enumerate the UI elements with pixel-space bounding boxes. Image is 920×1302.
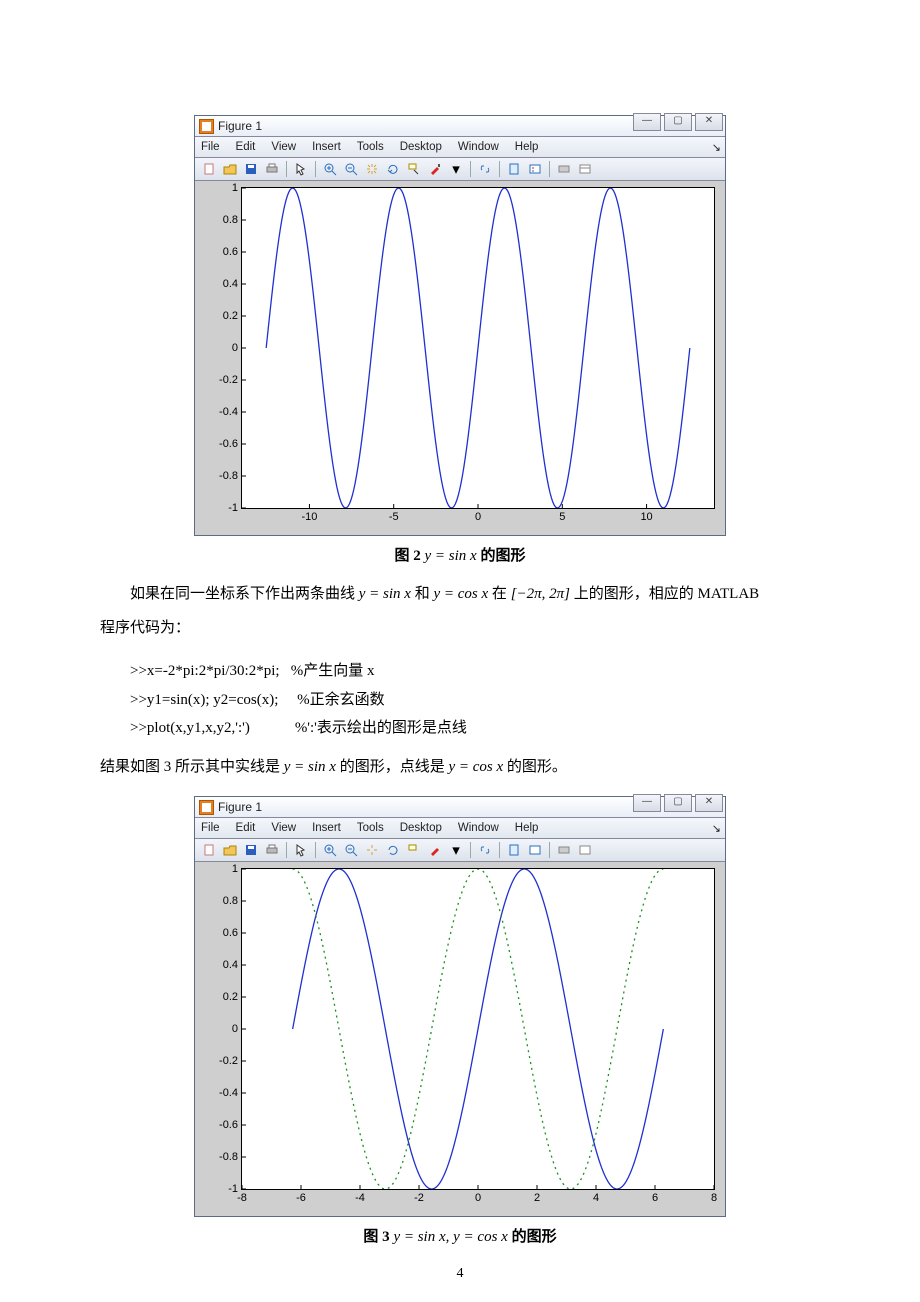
- window-title: Figure 1: [218, 119, 262, 133]
- figure-3-caption: 图 3 y = sin x, y = cos x 的图形: [100, 1225, 820, 1246]
- toolbar: ▾: [195, 158, 725, 181]
- zoom-out-icon[interactable]: [341, 840, 361, 860]
- matlab-figure-window-1: Figure 1 — ▢ ✕ File Edit View Insert Too…: [194, 115, 726, 536]
- menu-edit[interactable]: Edit: [236, 822, 256, 834]
- close-button[interactable]: ✕: [695, 113, 723, 131]
- maximize-button[interactable]: ▢: [664, 113, 692, 131]
- page-number: 4: [0, 1266, 920, 1282]
- menu-tools[interactable]: Tools: [357, 822, 384, 834]
- open-icon[interactable]: [220, 840, 240, 860]
- legend-icon[interactable]: [525, 840, 545, 860]
- save-icon[interactable]: [241, 840, 261, 860]
- hide-tools-icon[interactable]: [554, 840, 574, 860]
- window-buttons: — ▢ ✕: [633, 794, 723, 812]
- rotate-icon[interactable]: [383, 840, 403, 860]
- menu-edit[interactable]: Edit: [236, 141, 256, 153]
- menu-desktop[interactable]: Desktop: [400, 822, 442, 834]
- menu-view[interactable]: View: [271, 141, 296, 153]
- menu-desktop[interactable]: Desktop: [400, 141, 442, 153]
- link-icon[interactable]: [475, 840, 495, 860]
- titlebar: Figure 1 — ▢ ✕: [195, 116, 725, 137]
- datacursor-icon[interactable]: [404, 159, 424, 179]
- window-buttons: — ▢ ✕: [633, 113, 723, 131]
- pan-icon[interactable]: [362, 840, 382, 860]
- matlab-figure-window-2: Figure 1 — ▢ ✕ File Edit View Insert Too…: [194, 796, 726, 1217]
- colorbar-icon[interactable]: [504, 159, 524, 179]
- zoom-in-icon[interactable]: [320, 840, 340, 860]
- matlab-icon: [199, 800, 214, 815]
- colorbar-icon[interactable]: [504, 840, 524, 860]
- figure-canvas: -8-6-4-202468-1-0.8-0.6-0.4-0.200.20.40.…: [195, 862, 725, 1216]
- menu-help[interactable]: Help: [515, 822, 539, 834]
- hide-tools-icon[interactable]: [554, 159, 574, 179]
- document-page: Figure 1 — ▢ ✕ File Edit View Insert Too…: [0, 0, 920, 1302]
- menu-insert[interactable]: Insert: [312, 822, 341, 834]
- brush-icon[interactable]: [425, 159, 445, 179]
- show-tools-icon[interactable]: [575, 840, 595, 860]
- paragraph-1: 如果在同一坐标系下作出两条曲线 y = sin x 和 y = cos x 在 …: [100, 580, 820, 609]
- window-title: Figure 1: [218, 800, 262, 814]
- axes-2: -8-6-4-202468-1-0.8-0.6-0.4-0.200.20.40.…: [241, 868, 715, 1190]
- dock-icon[interactable]: ↘: [712, 141, 721, 154]
- menu-file[interactable]: File: [201, 141, 220, 153]
- save-icon[interactable]: [241, 159, 261, 179]
- brush-icon[interactable]: [425, 840, 445, 860]
- menu-tools[interactable]: Tools: [357, 141, 384, 153]
- dock-icon[interactable]: ↘: [712, 822, 721, 835]
- show-tools-icon[interactable]: [575, 159, 595, 179]
- paragraph-3: 结果如图 3 所示其中实线是 y = sin x 的图形，点线是 y = cos…: [100, 753, 820, 782]
- datacursor-icon[interactable]: [404, 840, 424, 860]
- menu-insert[interactable]: Insert: [312, 141, 341, 153]
- menubar: File Edit View Insert Tools Desktop Wind…: [195, 818, 725, 839]
- pointer-icon[interactable]: [291, 840, 311, 860]
- toolbar: ▾: [195, 839, 725, 862]
- zoom-in-icon[interactable]: [320, 159, 340, 179]
- matlab-icon: [199, 119, 214, 134]
- minimize-button[interactable]: —: [633, 794, 661, 812]
- print-icon[interactable]: [262, 159, 282, 179]
- menu-view[interactable]: View: [271, 822, 296, 834]
- legend-icon[interactable]: [525, 159, 545, 179]
- menu-help[interactable]: Help: [515, 141, 539, 153]
- axes-1: -10-50510-1-0.8-0.6-0.4-0.200.20.40.60.8…: [241, 187, 715, 509]
- figure-canvas: -10-50510-1-0.8-0.6-0.4-0.200.20.40.60.8…: [195, 181, 725, 535]
- open-icon[interactable]: [220, 159, 240, 179]
- dropdown-icon[interactable]: ▾: [446, 840, 466, 860]
- rotate-icon[interactable]: [383, 159, 403, 179]
- pointer-icon[interactable]: [291, 159, 311, 179]
- menu-window[interactable]: Window: [458, 822, 499, 834]
- menubar: File Edit View Insert Tools Desktop Wind…: [195, 137, 725, 158]
- pan-icon[interactable]: [362, 159, 382, 179]
- print-icon[interactable]: [262, 840, 282, 860]
- menu-file[interactable]: File: [201, 822, 220, 834]
- code-block: >>x=-2*pi:2*pi/30:2*pi; %产生向量 x >>y1=sin…: [130, 657, 820, 743]
- dropdown-icon[interactable]: ▾: [446, 159, 466, 179]
- titlebar: Figure 1 — ▢ ✕: [195, 797, 725, 818]
- zoom-out-icon[interactable]: [341, 159, 361, 179]
- new-icon[interactable]: [199, 840, 219, 860]
- menu-window[interactable]: Window: [458, 141, 499, 153]
- new-icon[interactable]: [199, 159, 219, 179]
- paragraph-2: 程序代码为：: [100, 614, 820, 643]
- close-button[interactable]: ✕: [695, 794, 723, 812]
- link-icon[interactable]: [475, 159, 495, 179]
- minimize-button[interactable]: —: [633, 113, 661, 131]
- figure-2-caption: 图 2 y = sin x 的图形: [100, 544, 820, 565]
- maximize-button[interactable]: ▢: [664, 794, 692, 812]
